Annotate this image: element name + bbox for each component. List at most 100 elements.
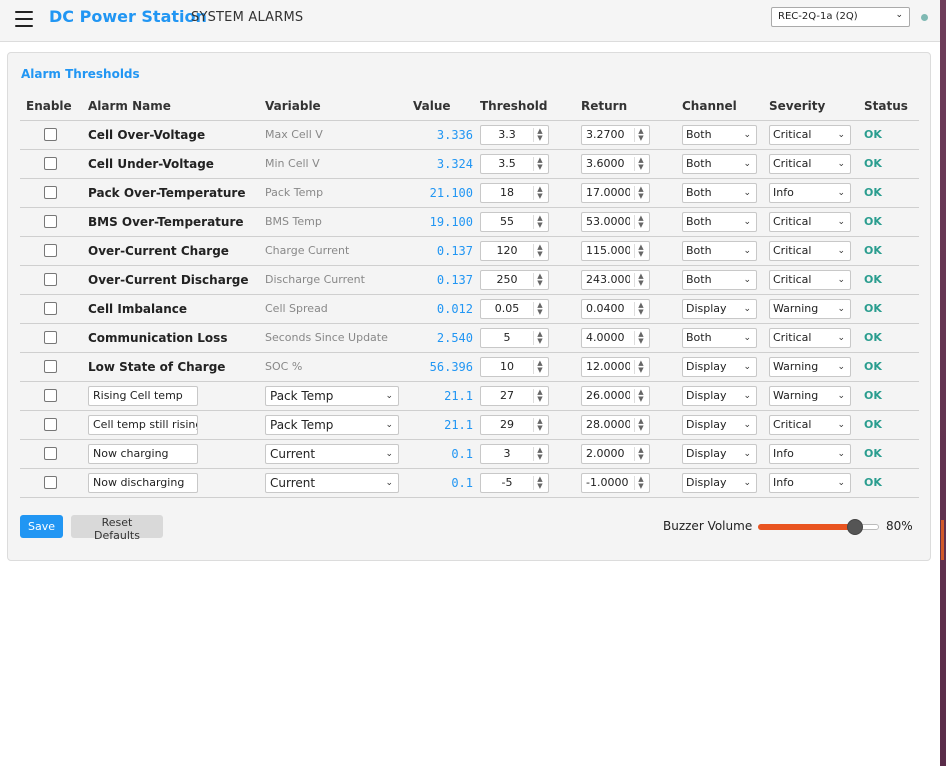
severity-select[interactable]: Info ⌄ <box>769 443 851 464</box>
spinner-icon[interactable]: ▲ ▼ <box>533 388 546 403</box>
enable-checkbox[interactable] <box>44 389 57 403</box>
threshold-input[interactable]: 3.5 ▲ ▼ <box>480 153 549 174</box>
spinner-icon[interactable]: ▲ ▼ <box>533 301 546 316</box>
threshold-input[interactable]: 120 ▲ ▼ <box>480 240 549 261</box>
channel-select[interactable]: Display ⌄ <box>682 443 757 464</box>
return-input[interactable]: 26.0000 ▲ ▼ <box>581 385 650 406</box>
enable-checkbox[interactable] <box>44 128 57 142</box>
return-input[interactable]: 2.0000 ▲ ▼ <box>581 443 650 464</box>
channel-select[interactable]: Both ⌄ <box>682 269 757 290</box>
spinner-icon[interactable]: ▲ ▼ <box>533 127 546 142</box>
spinner-icon[interactable]: ▲ ▼ <box>634 127 647 142</box>
variable-select[interactable]: Pack Temp ⌄ <box>265 414 399 435</box>
threshold-input[interactable]: 55 ▲ ▼ <box>480 211 549 232</box>
slider-thumb[interactable] <box>846 519 863 535</box>
spinner-icon[interactable]: ▲ ▼ <box>634 359 647 374</box>
alarm-name-input[interactable]: Rising Cell temp <box>88 385 198 406</box>
channel-select[interactable]: Both ⌄ <box>682 327 757 348</box>
spinner-icon[interactable]: ▲ ▼ <box>533 417 546 432</box>
enable-checkbox[interactable] <box>44 157 57 171</box>
channel-select[interactable]: Display ⌄ <box>682 298 757 319</box>
severity-select[interactable]: Critical ⌄ <box>769 153 851 174</box>
channel-select[interactable]: Display ⌄ <box>682 356 757 377</box>
spinner-icon[interactable]: ▲ ▼ <box>533 475 546 490</box>
enable-checkbox[interactable] <box>44 476 57 490</box>
return-input[interactable]: 115.000 ▲ ▼ <box>581 240 650 261</box>
spinner-icon[interactable]: ▲ ▼ <box>634 301 647 316</box>
spinner-icon[interactable]: ▲ ▼ <box>634 388 647 403</box>
severity-select[interactable]: Info ⌄ <box>769 472 851 493</box>
spinner-icon[interactable]: ▲ ▼ <box>533 330 546 345</box>
channel-select[interactable]: Both ⌄ <box>682 211 757 232</box>
variable-select[interactable]: Current ⌄ <box>265 443 399 464</box>
severity-select[interactable]: Warning ⌄ <box>769 356 851 377</box>
spinner-icon[interactable]: ▲ ▼ <box>634 156 647 171</box>
save-button[interactable]: Save <box>20 515 63 538</box>
spinner-icon[interactable]: ▲ ▼ <box>634 475 647 490</box>
threshold-input[interactable]: 0.05 ▲ ▼ <box>480 298 549 319</box>
spinner-icon[interactable]: ▲ ▼ <box>634 330 647 345</box>
severity-select[interactable]: Critical ⌄ <box>769 240 851 261</box>
enable-checkbox[interactable] <box>44 215 57 229</box>
channel-select[interactable]: Display ⌄ <box>682 385 757 406</box>
return-input[interactable]: 3.6000 ▲ ▼ <box>581 153 650 174</box>
return-input[interactable]: 0.0400 ▲ ▼ <box>581 298 650 319</box>
alarm-name-input[interactable]: Cell temp still rising <box>88 414 198 435</box>
alarm-name-input[interactable]: Now charging <box>88 443 198 464</box>
severity-select[interactable]: Critical ⌄ <box>769 269 851 290</box>
return-input[interactable]: 12.0000 ▲ ▼ <box>581 356 650 377</box>
spinner-icon[interactable]: ▲ ▼ <box>533 243 546 258</box>
threshold-input[interactable]: -5 ▲ ▼ <box>480 472 549 493</box>
threshold-input[interactable]: 27 ▲ ▼ <box>480 385 549 406</box>
channel-select[interactable]: Both ⌄ <box>682 240 757 261</box>
threshold-input[interactable]: 3.3 ▲ ▼ <box>480 124 549 145</box>
threshold-input[interactable]: 10 ▲ ▼ <box>480 356 549 377</box>
enable-checkbox[interactable] <box>44 447 57 461</box>
severity-select[interactable]: Critical ⌄ <box>769 414 851 435</box>
variable-select[interactable]: Current ⌄ <box>265 472 399 493</box>
channel-select[interactable]: Display ⌄ <box>682 414 757 435</box>
return-input[interactable]: 4.0000 ▲ ▼ <box>581 327 650 348</box>
enable-checkbox[interactable] <box>44 186 57 200</box>
threshold-input[interactable]: 29 ▲ ▼ <box>480 414 549 435</box>
return-input[interactable]: 3.2700 ▲ ▼ <box>581 124 650 145</box>
return-input[interactable]: 17.0000 ▲ ▼ <box>581 182 650 203</box>
threshold-input[interactable]: 250 ▲ ▼ <box>480 269 549 290</box>
hamburger-menu-icon[interactable] <box>15 11 33 27</box>
alarm-name-input[interactable]: Now discharging <box>88 472 198 493</box>
return-input[interactable]: 243.000 ▲ ▼ <box>581 269 650 290</box>
severity-select[interactable]: Warning ⌄ <box>769 385 851 406</box>
return-input[interactable]: 53.0000 ▲ ▼ <box>581 211 650 232</box>
spinner-icon[interactable]: ▲ ▼ <box>634 272 647 287</box>
severity-select[interactable]: Info ⌄ <box>769 182 851 203</box>
enable-checkbox[interactable] <box>44 244 57 258</box>
threshold-input[interactable]: 18 ▲ ▼ <box>480 182 549 203</box>
spinner-icon[interactable]: ▲ ▼ <box>634 214 647 229</box>
spinner-icon[interactable]: ▲ ▼ <box>533 359 546 374</box>
threshold-input[interactable]: 5 ▲ ▼ <box>480 327 549 348</box>
return-input[interactable]: -1.0000 ▲ ▼ <box>581 472 650 493</box>
reset-defaults-button[interactable]: Reset Defaults <box>71 515 163 542</box>
spinner-icon[interactable]: ▲ ▼ <box>634 185 647 200</box>
return-input[interactable]: 28.0000 ▲ ▼ <box>581 414 650 435</box>
channel-select[interactable]: Both ⌄ <box>682 153 757 174</box>
severity-select[interactable]: Critical ⌄ <box>769 327 851 348</box>
buzzer-volume-slider[interactable] <box>758 518 879 536</box>
severity-select[interactable]: Critical ⌄ <box>769 124 851 145</box>
enable-checkbox[interactable] <box>44 418 57 432</box>
threshold-input[interactable]: 3 ▲ ▼ <box>480 443 549 464</box>
channel-select[interactable]: Both ⌄ <box>682 182 757 203</box>
channel-select[interactable]: Both ⌄ <box>682 124 757 145</box>
variable-select[interactable]: Pack Temp ⌄ <box>265 385 399 406</box>
spinner-icon[interactable]: ▲ ▼ <box>634 417 647 432</box>
severity-select[interactable]: Warning ⌄ <box>769 298 851 319</box>
severity-select[interactable]: Critical ⌄ <box>769 211 851 232</box>
device-select[interactable]: REC-2Q-1a (2Q) ⌄ <box>771 7 910 27</box>
spinner-icon[interactable]: ▲ ▼ <box>634 446 647 461</box>
enable-checkbox[interactable] <box>44 273 57 287</box>
spinner-icon[interactable]: ▲ ▼ <box>533 185 546 200</box>
enable-checkbox[interactable] <box>44 331 57 345</box>
spinner-icon[interactable]: ▲ ▼ <box>634 243 647 258</box>
spinner-icon[interactable]: ▲ ▼ <box>533 272 546 287</box>
channel-select[interactable]: Display ⌄ <box>682 472 757 493</box>
